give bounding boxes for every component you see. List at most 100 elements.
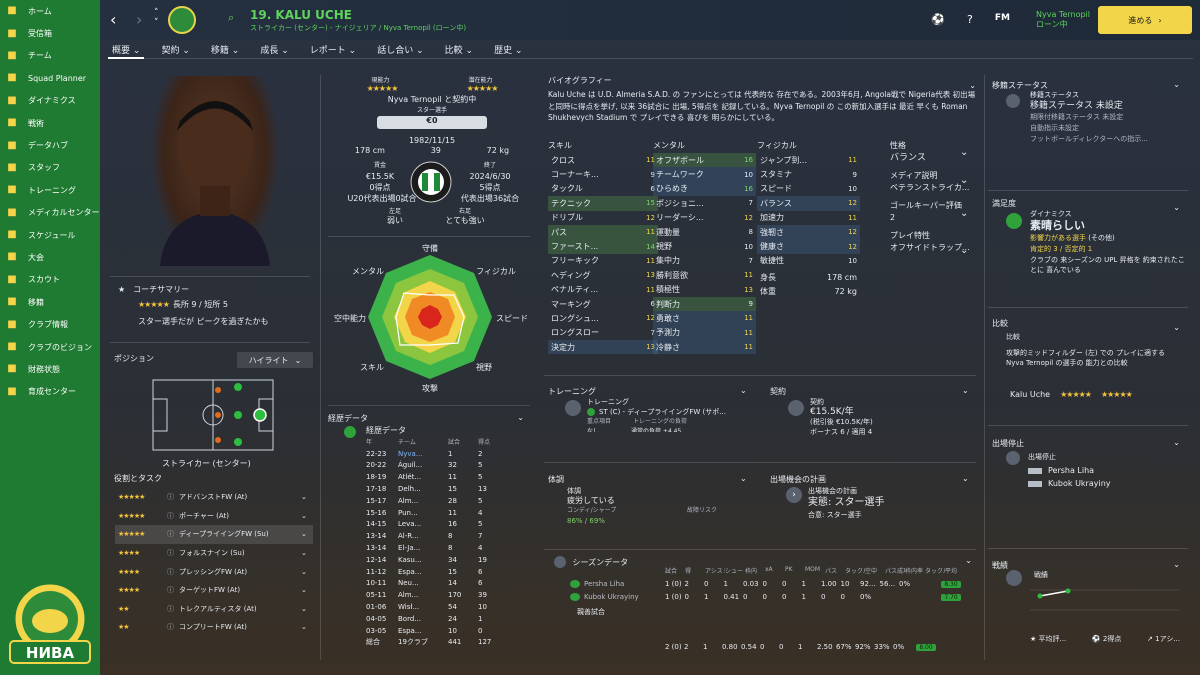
tab-6[interactable]: 比較 ⌄: [441, 41, 477, 59]
role-row[interactable]: ★★ ⓘ コンプリートFW (At) ⌄: [115, 618, 313, 637]
contract-sub[interactable]: 契約: [810, 397, 960, 407]
chevron-down-icon[interactable]: ⌄: [301, 623, 313, 631]
chevron-down-icon[interactable]: ⌄: [1173, 80, 1180, 89]
career-row[interactable]: 11-12 Espa... 15 6: [366, 566, 516, 578]
tab-3[interactable]: 成長 ⌄: [256, 41, 292, 59]
attribute-value: 16: [744, 184, 753, 193]
career-row[interactable]: 04-05 Bord... 24 1: [366, 613, 516, 625]
sidebar-item-7[interactable]: ■ スタッフ: [0, 157, 100, 179]
sidebar-item-6[interactable]: ■ データハブ: [0, 134, 100, 156]
role-row[interactable]: ★★★★ ⓘ フォルスナイン (Su) ⌄: [115, 544, 313, 563]
chevron-down-icon[interactable]: ⌄: [1173, 323, 1180, 332]
sidebar-item-10[interactable]: ■ スケジュール: [0, 224, 100, 246]
sidebar-item-5[interactable]: ■ 戦術: [0, 112, 100, 134]
chevron-down-icon[interactable]: ⌄: [301, 512, 313, 520]
sidebar-item-14[interactable]: ■ クラブ情報: [0, 313, 100, 335]
help-icon[interactable]: ?: [967, 13, 973, 26]
sidebar-item-2[interactable]: ■ チーム: [0, 45, 100, 67]
season-title[interactable]: シーズンデータ: [573, 558, 629, 567]
chevron-down-icon[interactable]: ⌄: [517, 413, 524, 422]
career-row[interactable]: 20-22 Águil... 32 5: [366, 460, 516, 472]
transfer-sub[interactable]: 移籍ステータス: [1030, 90, 1190, 101]
sidebar-item-4[interactable]: ■ ダイナミクス: [0, 90, 100, 112]
sidebar-item-13[interactable]: ■ 移籍: [0, 291, 100, 313]
training-sub[interactable]: トレーニング: [587, 397, 757, 407]
career-row[interactable]: 10-11 Neu... 14 6: [366, 578, 516, 590]
suspension-sub[interactable]: 出場停止: [1028, 451, 1178, 464]
forward-arrow-icon[interactable]: ›: [136, 10, 142, 29]
chevron-down-icon[interactable]: ⌄: [301, 605, 313, 613]
fm-menu[interactable]: FM: [995, 13, 1010, 26]
sidebar-item-16[interactable]: ■ 財務状態: [0, 358, 100, 380]
sidebar-item-0[interactable]: ■ ホーム: [0, 0, 100, 22]
chevron-down-icon[interactable]: ⌄: [301, 568, 313, 576]
career-row[interactable]: 03-05 Espa... 10 0: [366, 625, 516, 637]
back-arrow-icon[interactable]: ‹: [110, 10, 116, 29]
sidebar-item-9[interactable]: ■ メディカルセンター: [0, 202, 100, 224]
career-row[interactable]: 12-14 Kasu... 34 19: [366, 554, 516, 566]
sidebar-item-17[interactable]: ■ 育成センター: [0, 381, 100, 403]
season-row[interactable]: Persha Liha 1 (0) 2 0 1 0.03 0 0 1 1.00 10 92... 56.…: [570, 577, 970, 590]
sidebar-item-15[interactable]: ■ クラブのビジョン: [0, 336, 100, 358]
career-row[interactable]: 15-17 Alm... 28 5: [366, 495, 516, 507]
bio-title[interactable]: バイオグラフィー: [548, 76, 612, 85]
position-title[interactable]: ポジション: [114, 354, 154, 363]
career-row[interactable]: 13-14 El-Ja... 8 4: [366, 542, 516, 554]
career-row[interactable]: 18-19 Atlét... 11 5: [366, 471, 516, 483]
tab-4[interactable]: レポート ⌄: [306, 41, 360, 59]
chevron-down-icon[interactable]: ⌄: [965, 556, 972, 565]
updown-arrow-icon[interactable]: ˄ ˅: [154, 8, 159, 28]
search-icon[interactable]: ⌕: [228, 11, 234, 25]
chevron-down-icon[interactable]: ⌄: [1173, 560, 1180, 569]
career-row[interactable]: 15-16 Pun... 11 4: [366, 507, 516, 519]
chevron-down-icon[interactable]: ⌄: [301, 530, 313, 538]
tab-5[interactable]: 話し合い ⌄: [373, 41, 427, 59]
chevron-down-icon[interactable]: ⌄: [960, 175, 968, 186]
chevron-down-icon[interactable]: ⌄: [301, 549, 313, 557]
staff-icon: ■: [7, 161, 17, 173]
role-row[interactable]: ★★★★★ ⓘ アドバンストFW (At) ⌄: [115, 488, 313, 507]
season-row[interactable]: Kubok Ukrayiny 1 (0) 0 1 0.41 0 0 0 1 0 0 0% 7.70: [570, 590, 970, 603]
sidebar-item-11[interactable]: ■ 大会: [0, 246, 100, 268]
plan-sub[interactable]: 出場機会の計画: [808, 485, 968, 497]
career-year: 10-11: [366, 579, 387, 588]
career-row[interactable]: 22-23 Nyva... 1 2: [366, 448, 516, 460]
continue-button[interactable]: 進める ›: [1098, 6, 1192, 34]
chevron-down-icon[interactable]: ⌄: [301, 586, 313, 594]
form-sub[interactable]: 戦績: [1034, 570, 1048, 580]
ball-icon[interactable]: ⚽: [931, 13, 945, 26]
role-row[interactable]: ★★★★★ ⓘ ディープライイングFW (Su) ⌄: [115, 525, 313, 544]
sidebar-item-1[interactable]: ■ 受信箱: [0, 22, 100, 44]
chevron-down-icon[interactable]: ⌄: [962, 386, 969, 395]
career-row[interactable]: 05-11 Alm... 170 39: [366, 589, 516, 601]
career-row[interactable]: 13-14 Al-R... 8 7: [366, 530, 516, 542]
chevron-down-icon[interactable]: ⌄: [1173, 438, 1180, 447]
contract-club: Nyva Ternopil と契約中: [387, 95, 477, 104]
chevron-down-icon[interactable]: ⌄: [960, 208, 968, 219]
sidebar-item-8[interactable]: ■ トレーニング: [0, 179, 100, 201]
career-row[interactable]: 01-06 Wisł... 54 10: [366, 601, 516, 613]
tab-1[interactable]: 契約 ⌄: [157, 41, 193, 59]
sidebar-item-3[interactable]: ■ Squad Planner: [0, 67, 100, 89]
role-row[interactable]: ★★★★ ⓘ ターゲットFW (At) ⌄: [115, 581, 313, 600]
attribute-value: 7: [748, 256, 753, 265]
chevron-down-icon[interactable]: ⌄: [962, 474, 969, 483]
sidebar-item-12[interactable]: ■ スカウト: [0, 269, 100, 291]
chevron-down-icon[interactable]: ⌄: [969, 81, 976, 90]
chevron-down-icon[interactable]: ⌄: [740, 386, 747, 395]
role-row[interactable]: ★★ ⓘ トレクアルティスタ (At) ⌄: [115, 600, 313, 619]
position-dropdown[interactable]: ハイライト ⌄: [237, 352, 313, 368]
career-sub[interactable]: 経歴データ: [366, 425, 406, 436]
chevron-down-icon[interactable]: ⌄: [301, 493, 313, 501]
tab-7[interactable]: 歴史 ⌄: [490, 41, 526, 59]
role-row[interactable]: ★★★★★ ⓘ ポーチャー (At) ⌄: [115, 507, 313, 526]
tab-2[interactable]: 移籍 ⌄: [207, 41, 243, 59]
role-row[interactable]: ★★★★ ⓘ プレッシングFW (At) ⌄: [115, 562, 313, 581]
tab-0[interactable]: 概要 ⌄: [108, 41, 145, 59]
career-row[interactable]: 14-15 Leva... 16 5: [366, 519, 516, 531]
chevron-down-icon[interactable]: ⌄: [740, 474, 747, 483]
chevron-down-icon[interactable]: ⌄: [960, 147, 968, 158]
career-row[interactable]: 17-18 Delh... 15 13: [366, 483, 516, 495]
chevron-down-icon[interactable]: ⌄: [960, 245, 968, 256]
condition-sub[interactable]: 体調: [567, 486, 747, 496]
